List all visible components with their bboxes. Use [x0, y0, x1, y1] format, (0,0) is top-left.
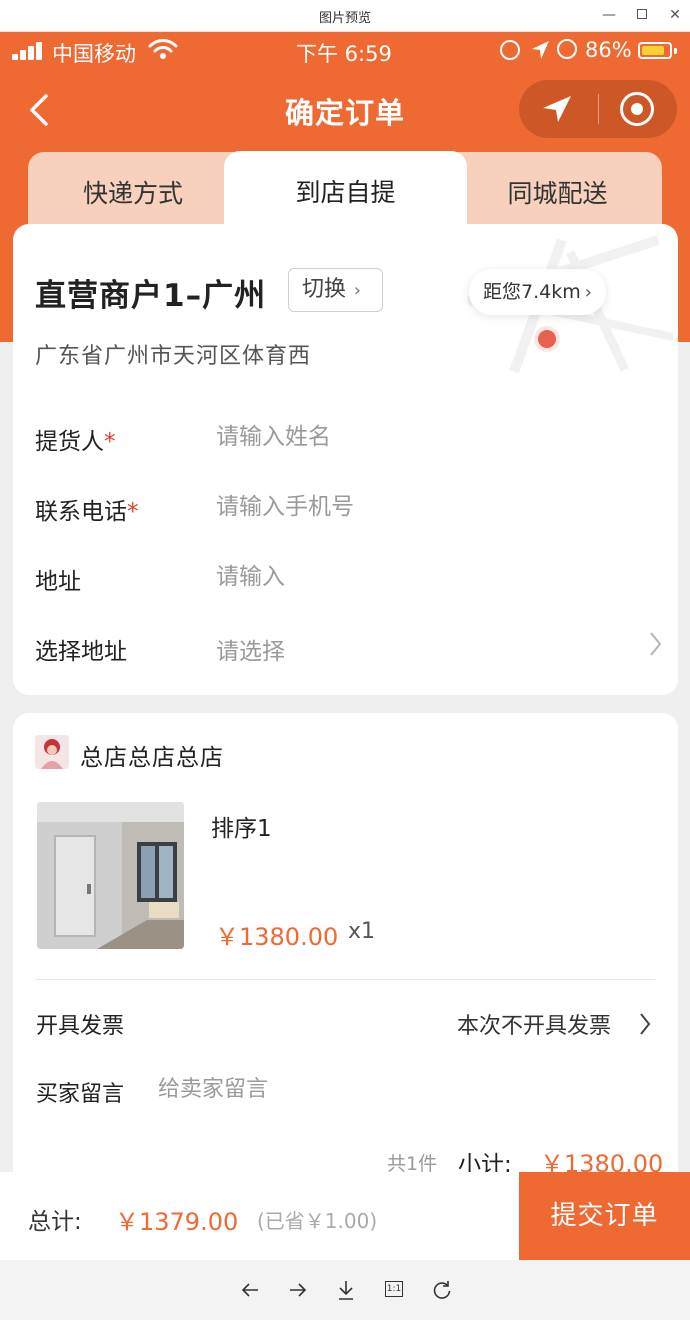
pickup-card: 距您7.4km › 直营商户1–广州 切换 › 广东省广州市天河区体育西 提货人*…: [13, 224, 678, 695]
phone-screen: 中国移动 下午 6:59 86% 确定订单 快递方式 同城配送 到店自提 距您7…: [0, 32, 690, 1260]
chevron-right-icon: ›: [348, 280, 361, 301]
pickup-person-label: 提货人*: [35, 429, 116, 455]
submit-order-button[interactable]: 提交订单: [519, 1172, 690, 1260]
status-right: 86%: [500, 38, 685, 64]
alarm-icon: [557, 39, 577, 59]
product-image[interactable]: [37, 802, 184, 949]
chevron-right-icon: [650, 632, 662, 656]
viewer-title: 图片预览: [318, 11, 371, 26]
tab-same-city[interactable]: 同城配送: [453, 152, 662, 234]
switch-store-button[interactable]: 切换 ›: [288, 268, 383, 312]
signal-icon: [12, 42, 44, 60]
phone-label: 联系电话*: [35, 499, 139, 525]
minimize-button[interactable]: —: [594, 2, 624, 28]
actual-size-icon[interactable]: 1:1: [382, 1278, 406, 1302]
pickup-person-row: 提货人*: [35, 418, 665, 462]
switch-store-label: 切换: [302, 277, 347, 302]
invoice-selector[interactable]: 本次不开具发票: [457, 1008, 611, 1040]
phone-row: 联系电话*: [35, 488, 665, 532]
select-address-label: 选择地址: [35, 639, 127, 665]
battery-percent: 86%: [585, 38, 632, 62]
chevron-right-icon[interactable]: [637, 1010, 653, 1038]
close-target-icon[interactable]: [620, 92, 654, 126]
previous-icon[interactable]: [238, 1278, 262, 1302]
carrier-name: 中国移动: [52, 42, 136, 66]
distance-text: 距您7.4km: [483, 281, 581, 303]
address-input[interactable]: [216, 558, 616, 596]
address-row: 地址: [35, 558, 665, 602]
select-address-placeholder[interactable]: 请选择: [216, 632, 285, 666]
map-pin-icon: [538, 330, 556, 348]
order-card: 总店总店总店 排序1 ￥1380.00 x1 开具发票 本次不开具发票 买家留言…: [13, 713, 678, 1233]
chevron-right-icon: ›: [584, 282, 592, 303]
battery-icon: [638, 42, 672, 59]
product-name: 排序1: [211, 816, 272, 842]
buyer-message-input[interactable]: [158, 1070, 628, 1108]
pickup-person-input[interactable]: [216, 418, 616, 456]
mini-program-capsule: [519, 80, 677, 138]
battery-tip: [674, 48, 677, 54]
total-label: 总计:: [28, 1209, 82, 1235]
shop-name: 总店总店总店: [80, 745, 224, 771]
phone-input[interactable]: [216, 488, 616, 526]
invoice-label: 开具发票: [36, 1014, 125, 1039]
location-icon: [532, 41, 549, 59]
address-label: 地址: [35, 569, 81, 595]
wifi-icon: [148, 39, 178, 59]
battery-level: [642, 46, 664, 55]
buyer-message-label: 买家留言: [36, 1082, 125, 1107]
navigation-arrow-icon[interactable]: [541, 94, 573, 124]
download-icon[interactable]: [334, 1278, 358, 1302]
capsule-divider: [598, 94, 599, 124]
shop-logo: [35, 735, 69, 769]
product-quantity: x1: [348, 919, 376, 944]
store-address: 广东省广州市天河区体育西: [35, 344, 312, 369]
viewer-toolbar: 1:1: [0, 1260, 690, 1320]
status-time: 下午 6:59: [296, 42, 392, 66]
total-value: ￥1379.00: [115, 1208, 239, 1236]
select-address-row[interactable]: 选择地址 请选择: [35, 632, 665, 672]
product-price: ￥1380.00: [215, 923, 339, 951]
saved-amount: (已省￥1.00): [257, 1209, 378, 1233]
maximize-button[interactable]: [627, 2, 657, 28]
orientation-lock-icon: [500, 40, 520, 60]
divider: [35, 979, 655, 980]
status-bar: 中国移动 下午 6:59 86%: [0, 32, 690, 70]
viewer-title-bar: 图片预览 — ✕: [0, 0, 690, 32]
next-icon[interactable]: [286, 1278, 310, 1302]
tab-express[interactable]: 快递方式: [28, 152, 238, 234]
close-button[interactable]: ✕: [660, 2, 690, 28]
maximize-icon: [637, 9, 647, 19]
distance-pill[interactable]: 距您7.4km ›: [469, 269, 606, 315]
checkout-bar: 总计: ￥1379.00 (已省￥1.00) 提交订单: [0, 1172, 690, 1260]
rotate-icon[interactable]: [430, 1278, 454, 1302]
store-name: 直营商户1–广州: [35, 278, 267, 314]
